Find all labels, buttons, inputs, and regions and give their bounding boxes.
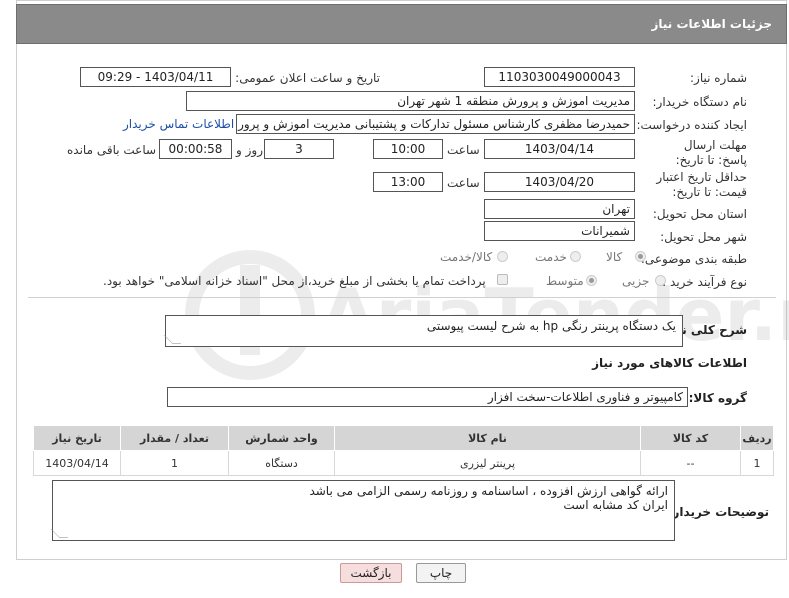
need-number-field: 1103030049000043 <box>484 67 635 87</box>
days-label: روز و <box>236 143 263 157</box>
resize-grip-icon[interactable] <box>163 335 182 344</box>
validity-time-field: 13:00 <box>373 172 443 192</box>
table-header-row: ردیف کد کالا نام کالا واحد شمارش تعداد /… <box>33 425 774 451</box>
goods-group-label: گروه کالا: <box>688 391 747 405</box>
col-unit: واحد شمارش <box>228 425 335 451</box>
category-goods-label: کالا <box>606 250 623 264</box>
validity-time-label: ساعت <box>447 176 480 190</box>
buyer-notes-line-1: ارائه گواهی ارزش افزوده ، اساسنامه و روز… <box>309 484 668 498</box>
cell-date: 1403/04/14 <box>33 450 121 476</box>
goods-table: ردیف کد کالا نام کالا واحد شمارش تعداد /… <box>33 425 774 476</box>
category-service-radio[interactable] <box>570 251 581 262</box>
col-row: ردیف <box>740 425 774 451</box>
buyer-label: نام دستگاه خریدار: <box>652 95 748 109</box>
creator-label: ایجاد کننده درخواست: <box>636 118 747 132</box>
remaining-time-field: 00:00:58 <box>159 139 232 159</box>
cell-name: پرینتر لیزری <box>334 450 641 476</box>
cell-row: 1 <box>740 450 774 476</box>
province-label: استان محل تحویل: <box>652 207 747 221</box>
need-number-label: شماره نیاز: <box>690 71 747 85</box>
reply-time-label: ساعت <box>447 143 480 157</box>
page-header: جزئیات اطلاعات نیاز <box>16 4 787 44</box>
cell-unit: دستگاه <box>228 450 335 476</box>
province-field: تهران <box>484 199 635 219</box>
goods-section-title: اطلاعات کالاهای مورد نیاز <box>592 356 747 370</box>
reply-deadline-label: مهلت ارسال پاسخ: تا تاریخ: <box>675 138 747 167</box>
col-name: نام کالا <box>334 425 641 451</box>
buyer-notes-label: توضیحات خریدار: <box>667 505 769 519</box>
goods-group-field: کامپیوتر و فناوری اطلاعات-سخت افزار <box>167 387 688 407</box>
city-label: شهر محل تحویل: <box>660 230 747 244</box>
creator-field: حمیدرضا مظفری کارشناس مسئول تدارکات و پش… <box>236 114 635 134</box>
validity-label: حداقل تاریخ اعتبار قیمت: تا تاریخ: <box>656 170 747 199</box>
city-field: شمیرانات <box>484 221 635 241</box>
category-both-radio[interactable] <box>497 251 508 262</box>
category-goods-radio[interactable] <box>635 251 646 262</box>
section-divider <box>28 297 776 298</box>
col-code: کد کالا <box>640 425 741 451</box>
col-date: تاریخ نیاز <box>33 425 121 451</box>
buyer-field: مدیریت اموزش و پرورش منطقه 1 شهر تهران <box>186 91 635 111</box>
reply-date-field: 1403/04/14 <box>484 139 635 159</box>
cell-qty: 1 <box>120 450 229 476</box>
page-title: جزئیات اطلاعات نیاز <box>651 17 772 31</box>
category-both-label: کالا/خدمت <box>440 250 493 264</box>
print-button[interactable]: چاپ <box>416 563 466 583</box>
payment-checkbox[interactable] <box>497 274 508 285</box>
buyer-contact-link[interactable]: اطلاعات تماس خریدار <box>123 117 234 131</box>
validity-date-field: 1403/04/20 <box>484 172 635 192</box>
announce-label: تاریخ و ساعت اعلان عمومی: <box>235 71 380 85</box>
table-row: 1 -- پرینتر لیزری دستگاه 1 1403/04/14 <box>33 450 774 476</box>
cell-code: -- <box>640 450 741 476</box>
process-label: نوع فرآیند خرید : <box>662 275 747 289</box>
announce-field: 1403/04/11 - 09:29 <box>80 67 231 87</box>
remaining-label: ساعت باقی مانده <box>67 143 157 157</box>
description-text: یک دستگاه پرینتر رنگی hp به شرح لیست پیو… <box>426 319 676 333</box>
col-qty: تعداد / مقدار <box>120 425 229 451</box>
process-medium-radio[interactable] <box>586 275 597 286</box>
process-medium-label: متوسط <box>546 274 584 288</box>
resize-grip-icon[interactable] <box>50 529 69 538</box>
payment-note: پرداخت تمام یا بخشی از مبلغ خرید،از محل … <box>103 274 486 288</box>
category-service-label: خدمت <box>535 250 567 264</box>
buyer-notes-line-2: ایران کد مشابه است <box>563 498 668 512</box>
description-textarea[interactable]: یک دستگاه پرینتر رنگی hp به شرح لیست پیو… <box>163 315 683 347</box>
reply-time-field: 10:00 <box>373 139 443 159</box>
back-button[interactable]: بازگشت <box>340 563 402 583</box>
process-minor-label: جزیی <box>622 274 650 288</box>
category-label: طبقه بندی موضوعی: <box>640 252 747 266</box>
days-field: 3 <box>264 139 334 159</box>
buyer-notes-textarea[interactable]: ارائه گواهی ارزش افزوده ، اساسنامه و روز… <box>50 480 675 541</box>
process-minor-radio[interactable] <box>655 275 666 286</box>
